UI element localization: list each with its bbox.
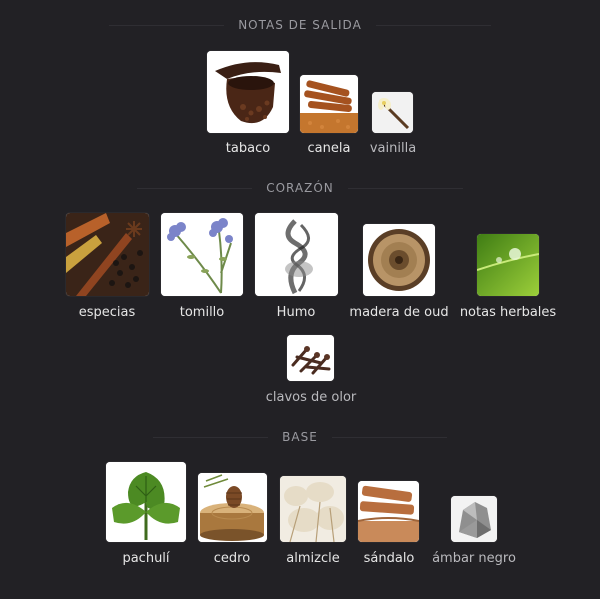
herbal-leaf-icon [477,234,539,296]
note-label: Humo [276,305,316,320]
cloves-icon [287,335,334,381]
section-title-text: CORAZÓN [266,181,334,195]
smoke-icon [255,213,338,296]
cinnamon-icon [300,75,358,133]
note-label: madera de oud [349,305,449,320]
section-title-text: BASE [282,430,318,444]
section-title-top-notes: NOTAS DE SALIDA [0,18,600,32]
note-label: pachulí [122,551,170,566]
note-label: ámbar negro [432,551,516,566]
patchouli-leaf-icon [106,462,186,542]
oud-wood-icon [363,224,435,296]
section-title-text: NOTAS DE SALIDA [238,18,362,32]
section-title-base-notes: BASE [0,430,600,444]
musk-icon [280,476,346,542]
note-label: tomillo [179,305,225,320]
divider-right [331,436,447,438]
divider-left [153,436,269,438]
divider-left [137,187,253,189]
thyme-icon [161,213,243,296]
section-title-heart-notes: CORAZÓN [0,181,600,195]
note-label: tabaco [225,141,271,156]
tobacco-pipe-icon [207,51,289,133]
sandalwood-icon [358,481,419,542]
cedar-icon [198,473,267,542]
divider-left [109,24,225,26]
note-label: canela [307,141,351,156]
note-label: clavos de olor [265,390,357,405]
spices-icon [66,213,149,296]
note-label: vainilla [369,141,417,156]
divider-right [375,24,491,26]
note-label: notas herbales [459,305,557,320]
note-label: cedro [213,551,251,566]
vanilla-flower-icon [372,92,413,133]
note-label: almizcle [286,551,340,566]
divider-right [347,187,463,189]
note-label: sándalo [363,551,415,566]
black-amber-stone-icon [451,496,497,542]
note-label: especias [78,305,136,320]
fragrance-notes-pyramid: NOTAS DE SALIDA tabaco canela vainilla C… [0,0,600,599]
